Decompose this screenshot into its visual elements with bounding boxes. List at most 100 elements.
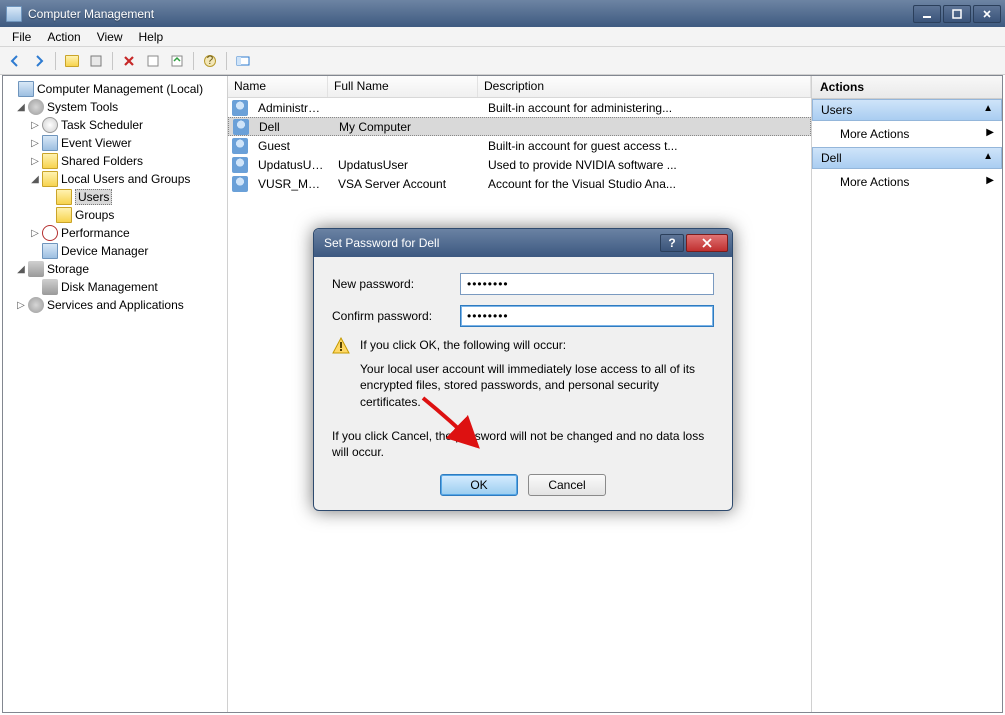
services-icon [28, 297, 44, 313]
actions-section-users[interactable]: Users▲ [812, 99, 1002, 121]
set-password-dialog: Set Password for Dell ? New password: Co… [313, 228, 733, 511]
actions-header: Actions [812, 76, 1002, 99]
device-icon [42, 243, 58, 259]
cell-name: VUSR_MY_D... [252, 177, 332, 191]
folder-icon [56, 189, 72, 205]
dialog-title: Set Password for Dell [324, 236, 660, 250]
table-row[interactable]: UpdatusUser UpdatusUser Used to provide … [228, 155, 811, 174]
collapse-icon[interactable]: ◢ [15, 102, 27, 113]
tree-system-tools[interactable]: ◢System Tools [5, 98, 225, 116]
cell-description: Built-in account for administering... [482, 101, 811, 115]
cell-description: Built-in account for guest access t... [482, 139, 811, 153]
menubar: File Action View Help [0, 27, 1005, 47]
tree-storage[interactable]: ◢Storage [5, 260, 225, 278]
actions-more-dell[interactable]: More Actions▶ [812, 169, 1002, 195]
menu-file[interactable]: File [4, 28, 39, 46]
actions-section-dell[interactable]: Dell▲ [812, 147, 1002, 169]
expand-icon[interactable]: ▷ [29, 228, 41, 239]
computer-icon [18, 81, 34, 97]
maximize-button[interactable] [943, 5, 971, 23]
col-description[interactable]: Description [478, 76, 811, 97]
delete-button[interactable] [118, 50, 140, 72]
help-button[interactable]: ? [199, 50, 221, 72]
list-header: Name Full Name Description [228, 76, 811, 98]
collapse-icon: ▲ [983, 151, 993, 165]
ok-button[interactable]: OK [440, 474, 518, 496]
cancel-button[interactable]: Cancel [528, 474, 606, 496]
window-title: Computer Management [28, 7, 913, 21]
menu-view[interactable]: View [89, 28, 131, 46]
properties-button[interactable] [85, 50, 107, 72]
user-icon [232, 157, 248, 173]
new-password-label: New password: [332, 277, 460, 291]
tree-groups[interactable]: Groups [5, 206, 225, 224]
cell-name: Administrator [252, 101, 332, 115]
tools-icon [28, 99, 44, 115]
confirm-password-input[interactable] [460, 305, 714, 327]
expand-icon[interactable]: ▷ [29, 120, 41, 131]
forward-button[interactable] [28, 50, 50, 72]
tree-performance[interactable]: ▷Performance [5, 224, 225, 242]
refresh-button[interactable] [142, 50, 164, 72]
export-button[interactable] [166, 50, 188, 72]
app-icon [6, 6, 22, 22]
cell-name: Guest [252, 139, 332, 153]
window-titlebar: Computer Management [0, 0, 1005, 27]
folder-icon [56, 207, 72, 223]
show-hide-button[interactable] [232, 50, 254, 72]
user-icon [232, 138, 248, 154]
confirm-password-label: Confirm password: [332, 309, 460, 323]
tree-services-apps[interactable]: ▷Services and Applications [5, 296, 225, 314]
tree-users[interactable]: Users [5, 188, 225, 206]
actions-pane: Actions Users▲ More Actions▶ Dell▲ More … [812, 76, 1002, 712]
cell-description: Account for the Visual Studio Ana... [482, 177, 811, 191]
cell-fullname: My Computer [333, 120, 483, 134]
actions-more-users[interactable]: More Actions▶ [812, 121, 1002, 147]
collapse-icon[interactable]: ◢ [29, 174, 41, 185]
table-row[interactable]: Administrator Built-in account for admin… [228, 98, 811, 117]
back-button[interactable] [4, 50, 26, 72]
collapse-icon: ▲ [983, 103, 993, 117]
tree-shared-folders[interactable]: ▷Shared Folders [5, 152, 225, 170]
dialog-titlebar: Set Password for Dell ? [314, 229, 732, 257]
menu-help[interactable]: Help [131, 28, 172, 46]
tree-disk-management[interactable]: Disk Management [5, 278, 225, 296]
dialog-close-button[interactable] [686, 234, 728, 252]
tree-local-users[interactable]: ◢Local Users and Groups [5, 170, 225, 188]
table-row[interactable]: Dell My Computer [228, 117, 811, 136]
cell-description: Used to provide NVIDIA software ... [482, 158, 811, 172]
warning-body: Your local user account will immediately… [360, 361, 714, 410]
expand-icon[interactable]: ▷ [29, 138, 41, 149]
event-icon [42, 135, 58, 151]
clock-icon [42, 117, 58, 133]
nav-tree[interactable]: Computer Management (Local) ◢System Tool… [3, 76, 228, 712]
table-row[interactable]: VUSR_MY_D... VSA Server Account Account … [228, 174, 811, 193]
up-button[interactable] [61, 50, 83, 72]
dialog-help-button[interactable]: ? [660, 234, 684, 252]
col-fullname[interactable]: Full Name [328, 76, 478, 97]
warning-heading: If you click OK, the following will occu… [360, 337, 714, 353]
minimize-button[interactable] [913, 5, 941, 23]
tree-event-viewer[interactable]: ▷Event Viewer [5, 134, 225, 152]
close-button[interactable] [973, 5, 1001, 23]
tree-root[interactable]: Computer Management (Local) [5, 80, 225, 98]
expand-icon[interactable]: ▷ [29, 156, 41, 167]
cell-fullname: UpdatusUser [332, 158, 482, 172]
svg-text:?: ? [207, 54, 214, 67]
collapse-icon[interactable]: ◢ [15, 264, 27, 275]
folder-icon [42, 153, 58, 169]
new-password-input[interactable] [460, 273, 714, 295]
menu-action[interactable]: Action [39, 28, 88, 46]
chevron-right-icon: ▶ [986, 127, 994, 141]
col-name[interactable]: Name [228, 76, 328, 97]
warning-icon [332, 337, 350, 355]
expand-icon[interactable]: ▷ [15, 300, 27, 311]
table-row[interactable]: Guest Built-in account for guest access … [228, 136, 811, 155]
user-icon [233, 119, 249, 135]
storage-icon [28, 261, 44, 277]
toolbar: ? [0, 47, 1005, 75]
tree-device-manager[interactable]: Device Manager [5, 242, 225, 260]
cancel-message: If you click Cancel, the password will n… [332, 428, 714, 460]
cell-name: UpdatusUser [252, 158, 332, 172]
tree-task-scheduler[interactable]: ▷Task Scheduler [5, 116, 225, 134]
